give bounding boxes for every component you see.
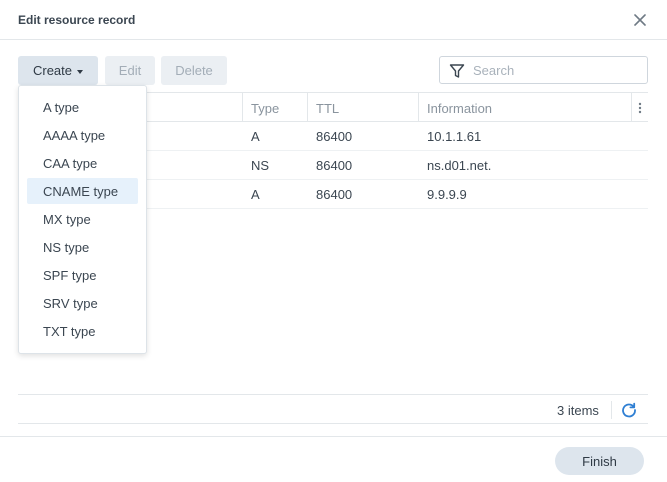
- caret-down-icon: [77, 69, 84, 74]
- column-menu-button[interactable]: [632, 93, 648, 122]
- menu-item-srv-type[interactable]: SRV type: [27, 290, 138, 316]
- create-button[interactable]: Create: [18, 56, 98, 85]
- close-icon: [634, 14, 646, 26]
- cell-information: 9.9.9.9: [427, 187, 467, 202]
- search-input[interactable]: [473, 61, 641, 79]
- dialog-footer: Finish: [0, 436, 667, 482]
- menu-item-a-type[interactable]: A type: [27, 94, 138, 120]
- kebab-icon: [638, 102, 642, 113]
- menu-item-caa-type[interactable]: CAA type: [27, 150, 138, 176]
- delete-button[interactable]: Delete: [161, 56, 227, 85]
- column-header-type[interactable]: Type: [251, 101, 279, 116]
- footer-divider: [611, 401, 612, 419]
- edit-resource-record-dialog: Edit resource record Create Edit Delete …: [0, 0, 667, 482]
- edit-button[interactable]: Edit: [105, 56, 155, 85]
- column-divider[interactable]: [242, 93, 243, 122]
- menu-item-ns-type[interactable]: NS type: [27, 234, 138, 260]
- column-header-information[interactable]: Information: [427, 101, 492, 116]
- refresh-button[interactable]: [620, 401, 638, 419]
- dialog-header: Edit resource record: [0, 0, 667, 40]
- create-menu: A type AAAA type CAA type CNAME type MX …: [18, 85, 147, 354]
- table-footer: 3 items: [18, 394, 648, 424]
- menu-item-spf-type[interactable]: SPF type: [27, 262, 138, 288]
- column-divider[interactable]: [418, 93, 419, 122]
- finish-button[interactable]: Finish: [555, 447, 644, 475]
- menu-item-aaaa-type[interactable]: AAAA type: [27, 122, 138, 148]
- cell-ttl: 86400: [316, 129, 353, 144]
- dialog-title: Edit resource record: [18, 13, 136, 27]
- cell-ttl: 86400: [316, 158, 353, 173]
- cell-information: 10.1.1.61: [427, 129, 482, 144]
- menu-item-cname-type[interactable]: CNAME type: [27, 178, 138, 204]
- column-header-ttl[interactable]: TTL: [316, 101, 339, 116]
- filter-icon: [449, 64, 465, 78]
- create-button-label: Create: [32, 63, 73, 78]
- cell-type: A: [251, 187, 260, 202]
- cell-ttl: 86400: [316, 187, 353, 202]
- cell-type: A: [251, 129, 260, 144]
- column-divider[interactable]: [307, 93, 308, 122]
- search-box[interactable]: [439, 56, 648, 84]
- close-button[interactable]: [629, 9, 651, 31]
- menu-item-txt-type[interactable]: TXT type: [27, 318, 138, 344]
- item-count: 3 items: [557, 403, 599, 418]
- cell-information: ns.d01.net.: [427, 158, 492, 173]
- menu-item-mx-type[interactable]: MX type: [27, 206, 138, 232]
- cell-type: NS: [251, 158, 270, 173]
- refresh-icon: [622, 402, 636, 418]
